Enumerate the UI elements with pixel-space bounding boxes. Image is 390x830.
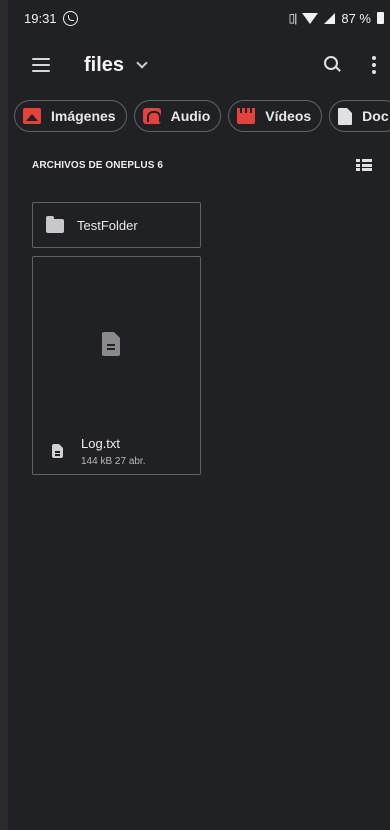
app-title[interactable]: files xyxy=(84,54,124,77)
screen: 19:31 ▯| 87 % files Imágenes Audio Vídeo… xyxy=(8,0,390,830)
app-bar: files xyxy=(8,36,390,94)
battery-percent: 87 % xyxy=(341,10,371,26)
status-bar: 19:31 ▯| 87 % xyxy=(8,0,390,36)
chevron-down-icon[interactable] xyxy=(136,57,148,69)
folder-name: TestFolder xyxy=(77,217,138,233)
vibrate-icon: ▯| xyxy=(288,11,298,25)
file-name: Log.txt xyxy=(81,436,121,451)
chip-label: Doc xyxy=(362,108,389,124)
text-file-icon xyxy=(52,444,63,458)
section-header: ARCHIVOS DE ONEPLUS 6 xyxy=(8,138,390,192)
category-chips: Imágenes Audio Vídeos Doc xyxy=(8,94,390,138)
headphones-icon xyxy=(142,108,161,124)
chip-audio[interactable]: Audio xyxy=(133,100,222,132)
more-options-icon[interactable] xyxy=(372,56,376,74)
list-view-icon[interactable] xyxy=(356,159,372,171)
folder-item[interactable]: TestFolder xyxy=(32,202,201,248)
chip-label: Vídeos xyxy=(265,108,312,124)
file-thumbnail-icon xyxy=(102,332,120,356)
image-icon xyxy=(23,108,41,124)
file-item[interactable]: Log.txt 144 kB 27 abr. xyxy=(32,256,201,475)
file-meta: 144 kB 27 abr. xyxy=(81,456,146,467)
folder-icon xyxy=(46,216,64,233)
section-title: ARCHIVOS DE ONEPLUS 6 xyxy=(32,159,164,171)
document-icon xyxy=(338,107,353,125)
chip-documents[interactable]: Doc xyxy=(329,100,390,132)
whatsapp-icon xyxy=(62,10,78,26)
chip-label: Imágenes xyxy=(51,108,116,124)
menu-icon[interactable] xyxy=(32,58,50,72)
chip-label: Audio xyxy=(170,108,211,124)
chip-images[interactable]: Imágenes xyxy=(14,100,127,132)
status-time: 19:31 xyxy=(24,10,57,26)
clapperboard-icon xyxy=(237,108,256,124)
chip-videos[interactable]: Vídeos xyxy=(228,100,323,132)
search-icon[interactable] xyxy=(324,56,342,74)
wifi-icon xyxy=(302,12,319,24)
signal-icon xyxy=(324,12,336,24)
battery-icon xyxy=(377,12,384,24)
